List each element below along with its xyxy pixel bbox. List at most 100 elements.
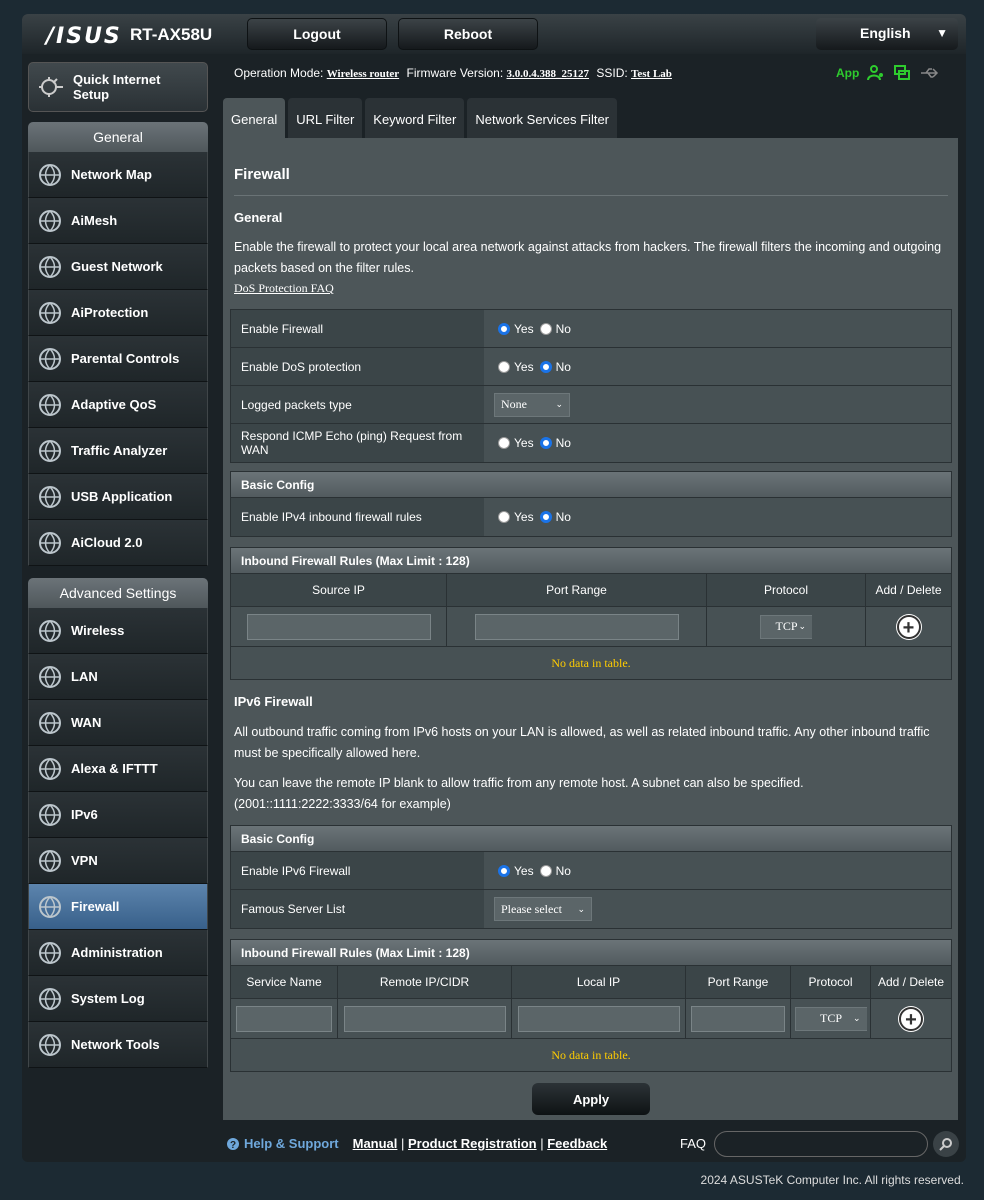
usb-status-icon[interactable]	[919, 66, 939, 80]
enable-dos-no[interactable]: No	[539, 360, 571, 374]
setting-row: Enable IPv6 Firewall Yes No	[231, 852, 951, 890]
nav-general-aiprotection[interactable]: AiProtection	[28, 290, 208, 336]
app-link[interactable]: App	[836, 66, 859, 80]
ipv6-fw-yes[interactable]: Yes	[498, 864, 534, 878]
nav-advanced-network-tools[interactable]: Network Tools	[28, 1022, 208, 1068]
nav-general-aicloud-2-0[interactable]: AiCloud 2.0	[28, 520, 208, 566]
enable-firewall-no[interactable]: No	[539, 322, 571, 336]
nav-advanced-wireless[interactable]: Wireless	[28, 608, 208, 654]
dos-faq-link[interactable]: DoS Protection FAQ	[234, 281, 334, 296]
ipv4-inbound-rules-table: Inbound Firewall Rules (Max Limit : 128)…	[230, 547, 952, 680]
logged-packets-select[interactable]: None ⌄	[494, 392, 570, 417]
nav-label: AiProtection	[71, 305, 149, 320]
local-ip-input[interactable]	[517, 1005, 680, 1032]
famous-server-select[interactable]: Please select ⌄	[494, 897, 592, 921]
enable-firewall-yes[interactable]: Yes	[498, 322, 534, 336]
nav-advanced-wan[interactable]: WAN	[28, 700, 208, 746]
product-registration-link[interactable]: Product Registration	[408, 1136, 537, 1151]
col-add-delete: Add / Delete	[875, 583, 942, 597]
icmp-yes[interactable]: Yes	[498, 436, 534, 450]
nav-general-aimesh[interactable]: AiMesh	[28, 198, 208, 244]
setting-row: Respond ICMP Echo (ping) Request from WA…	[231, 424, 951, 462]
quick-internet-setup-button[interactable]: Quick Internet Setup	[28, 62, 208, 112]
firewall-settings-table: Enable Firewall Yes No Enable DoS protect…	[230, 309, 952, 463]
port-range-input[interactable]	[474, 613, 679, 640]
v6-port-range-input[interactable]	[691, 1005, 785, 1032]
enable-dos-yes[interactable]: Yes	[498, 360, 534, 374]
usb-icon	[35, 482, 65, 512]
firmware-label: Firmware Version:	[406, 66, 504, 80]
ipv4-inbound-no[interactable]: No	[539, 510, 571, 524]
wan-globe-icon	[35, 708, 65, 738]
general-heading: General	[234, 210, 283, 225]
setting-row: Enable Firewall Yes No	[231, 310, 951, 348]
op-mode-link[interactable]: Wireless router	[327, 68, 399, 80]
network-icon[interactable]	[893, 64, 911, 82]
asus-logo: /ISUS	[46, 24, 122, 49]
apply-button[interactable]: Apply	[532, 1083, 650, 1115]
globe-icon	[35, 160, 65, 190]
source-ip-input[interactable]	[246, 613, 431, 640]
setting-row: Logged packets type None ⌄	[231, 386, 951, 424]
nav-advanced-system-log[interactable]: System Log	[28, 976, 208, 1022]
remote-ip-input[interactable]	[343, 1005, 506, 1032]
icmp-label: Respond ICMP Echo (ping) Request from WA…	[231, 424, 484, 462]
client-icon[interactable]	[867, 64, 885, 82]
nav-general-adaptive-qos[interactable]: Adaptive QoS	[28, 382, 208, 428]
nav-label: Guest Network	[71, 259, 163, 274]
chevron-down-icon: ▼	[936, 26, 948, 40]
ipv4-input-row: TCP ⌄ +	[231, 607, 951, 647]
ipv6-column-headers: Service Name Remote IP/CIDR Local IP Por…	[231, 966, 951, 999]
nav-label: Traffic Analyzer	[71, 443, 168, 458]
nav-advanced-alexa-ifttt[interactable]: Alexa & IFTTT	[28, 746, 208, 792]
nav-advanced-lan[interactable]: LAN	[28, 654, 208, 700]
famous-server-label: Famous Server List	[231, 890, 484, 928]
faq-search-input[interactable]	[714, 1131, 928, 1157]
traffic-icon	[35, 436, 65, 466]
logout-button[interactable]: Logout	[247, 18, 387, 50]
copyright: 2024 ASUSTeK Computer Inc. All rights re…	[700, 1173, 964, 1187]
ipv6-fw-no[interactable]: No	[539, 864, 571, 878]
tab-url-filter[interactable]: URL Filter	[288, 98, 363, 138]
col-source-ip: Source IP	[231, 574, 447, 606]
help-support-link[interactable]: Help & Support	[244, 1136, 339, 1151]
nav-label: Firewall	[71, 899, 120, 914]
nav-general-traffic-analyzer[interactable]: Traffic Analyzer	[28, 428, 208, 474]
v6-protocol-select[interactable]: TCP ⌄	[794, 1006, 867, 1031]
col-port-range: Port Range	[686, 966, 791, 998]
enable-firewall-label: Enable Firewall	[231, 310, 484, 347]
icmp-no[interactable]: No	[539, 436, 571, 450]
status-icons: App	[836, 64, 939, 82]
mesh-icon	[35, 206, 65, 236]
ipv4-inbound-yes[interactable]: Yes	[498, 510, 534, 524]
nav-advanced-firewall[interactable]: Firewall	[28, 884, 208, 930]
faq-search-button[interactable]	[933, 1131, 959, 1157]
feedback-link[interactable]: Feedback	[547, 1136, 607, 1151]
page-title: Firewall	[234, 166, 290, 183]
nav-advanced-vpn[interactable]: VPN	[28, 838, 208, 884]
nav-advanced-ipv6[interactable]: IPv6	[28, 792, 208, 838]
faq-label: FAQ	[680, 1136, 707, 1151]
chevron-down-icon: ⌄	[577, 903, 585, 914]
tab-keyword-filter[interactable]: Keyword Filter	[365, 98, 465, 138]
language-select[interactable]: English ▼	[816, 18, 958, 50]
firewall-icon	[35, 892, 65, 922]
nav-general-guest-network[interactable]: Guest Network	[28, 244, 208, 290]
tab-network-services-filter[interactable]: Network Services Filter	[467, 98, 617, 138]
reboot-button[interactable]: Reboot	[398, 18, 538, 50]
lan-icon	[35, 662, 65, 692]
service-name-input[interactable]	[236, 1005, 332, 1032]
add-v6-rule-icon[interactable]: +	[899, 1006, 923, 1031]
col-protocol: Protocol	[791, 966, 871, 998]
tab-general[interactable]: General	[223, 98, 286, 138]
firmware-link[interactable]: 3.0.0.4.388_25127	[507, 68, 590, 80]
nav-advanced-administration[interactable]: Administration	[28, 930, 208, 976]
nav-general-parental-controls[interactable]: Parental Controls	[28, 336, 208, 382]
protocol-select[interactable]: TCP ⌄	[760, 614, 812, 639]
nav-general-usb-application[interactable]: USB Application	[28, 474, 208, 520]
manual-link[interactable]: Manual	[353, 1136, 398, 1151]
general-description: Enable the firewall to protect your loca…	[234, 240, 942, 275]
nav-general-network-map[interactable]: Network Map	[28, 152, 208, 198]
add-rule-icon[interactable]: +	[896, 614, 921, 639]
ssid-link[interactable]: Test Lab	[631, 68, 672, 80]
